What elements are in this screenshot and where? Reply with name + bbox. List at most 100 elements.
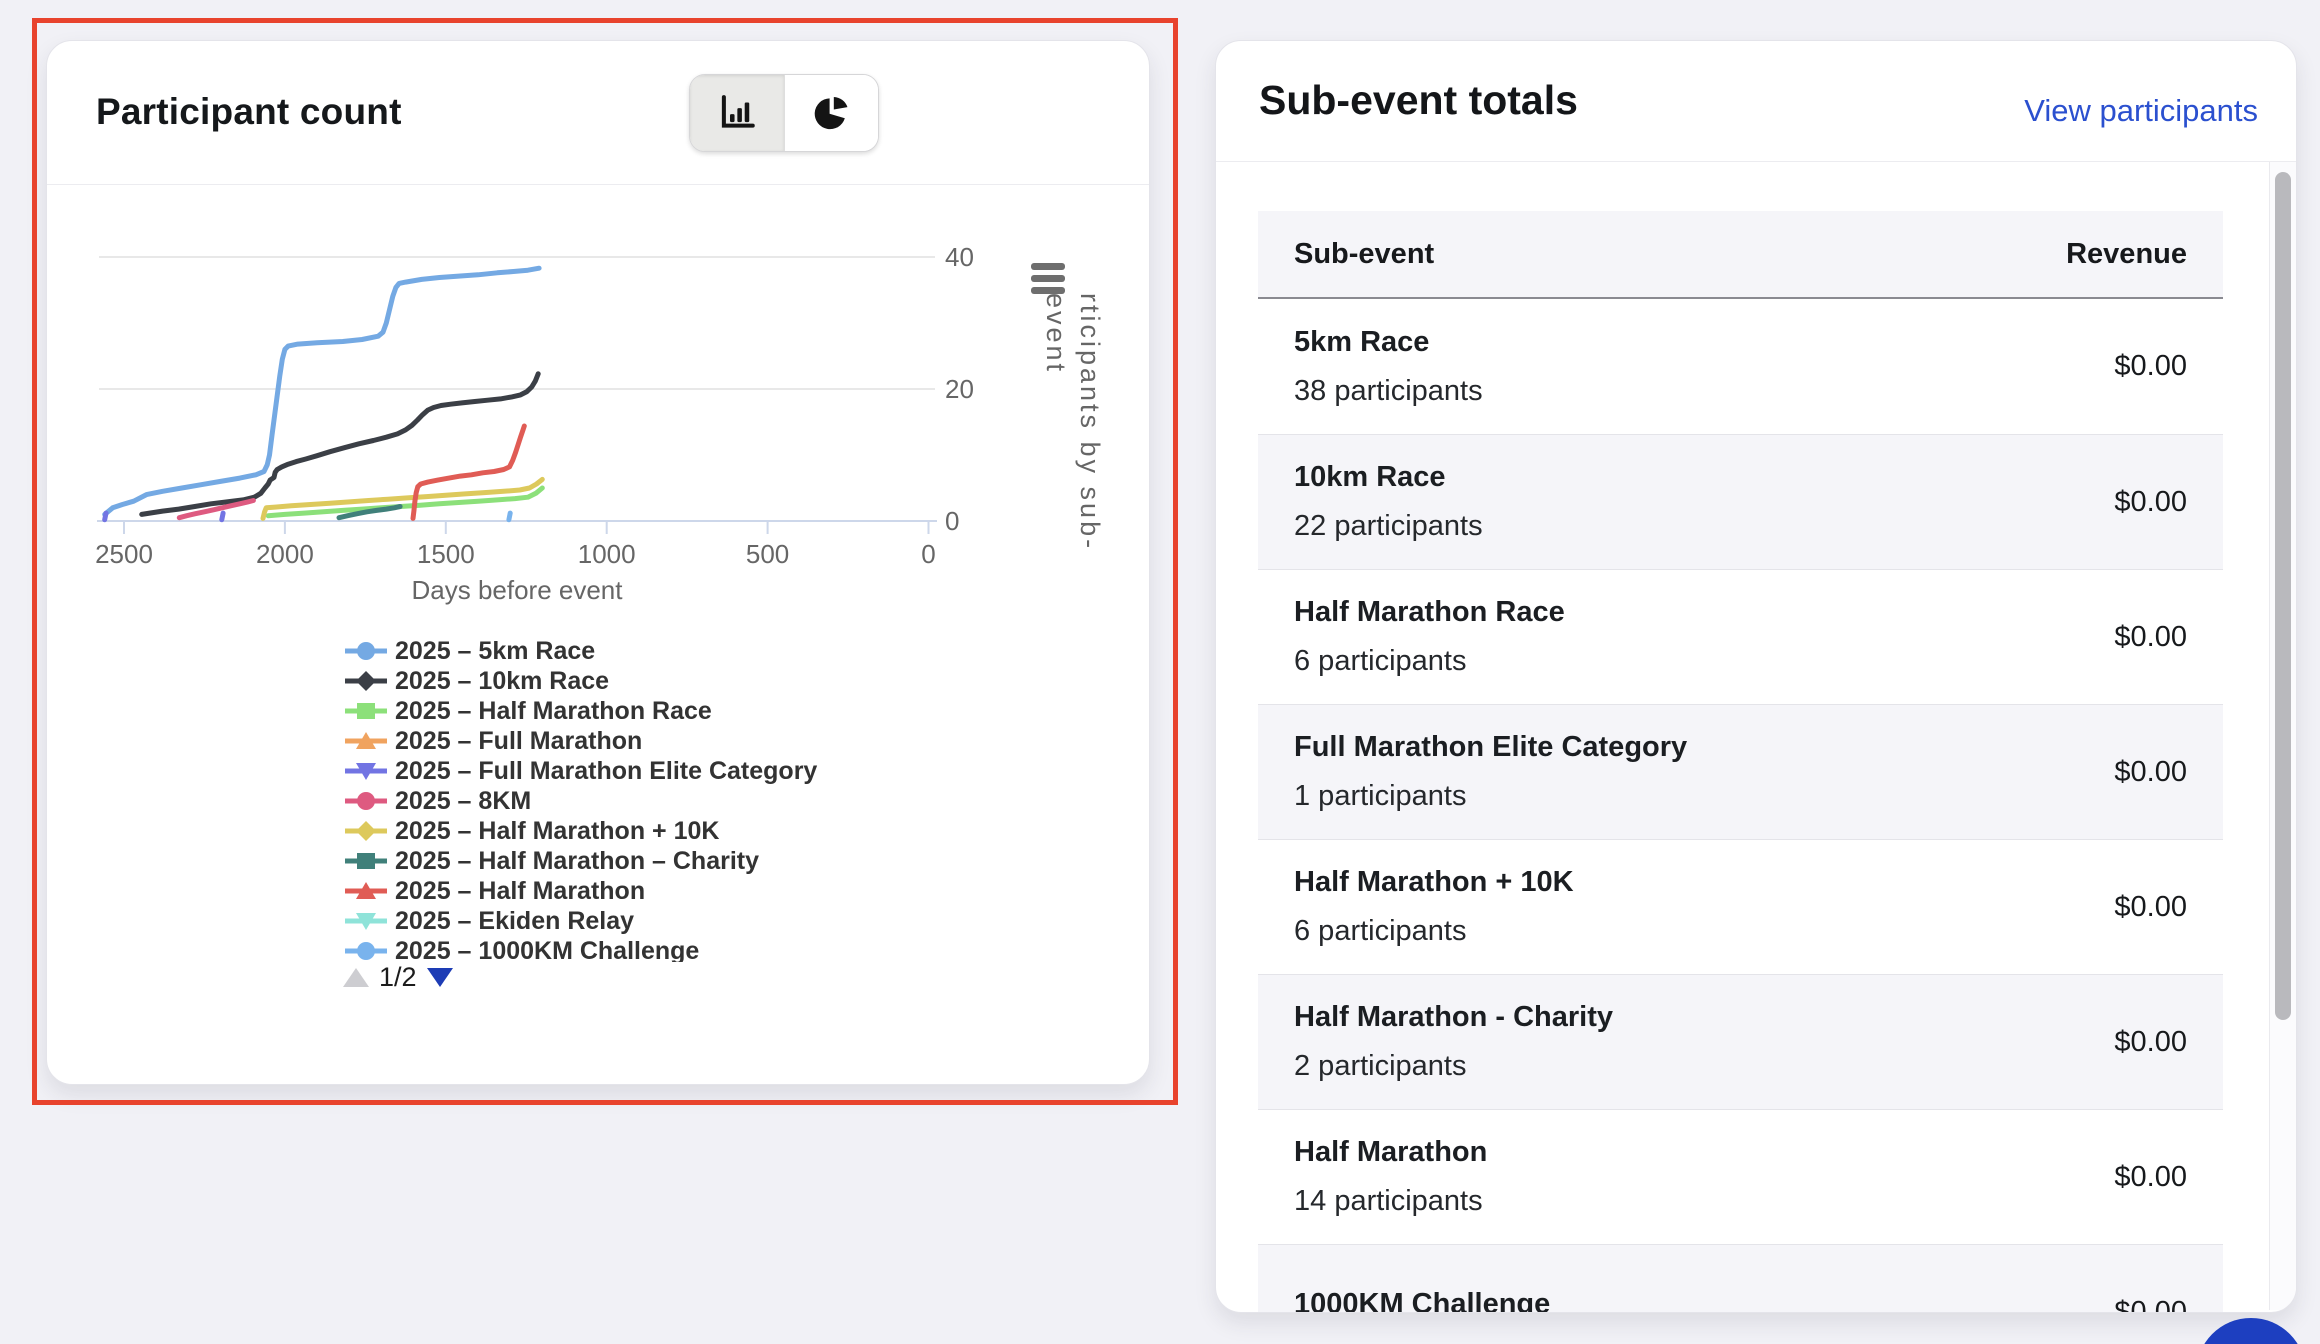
- svg-text:500: 500: [746, 539, 789, 569]
- legend-item[interactable]: 2025 – Full Marathon: [343, 726, 983, 756]
- subevent-revenue: $0.00: [2114, 1026, 2223, 1059]
- svg-text:0: 0: [921, 539, 935, 569]
- subevent-participants: 2 participants: [1294, 1050, 2114, 1083]
- legend-item[interactable]: 2025 – Half Marathon + 10K: [343, 816, 983, 846]
- svg-text:2000: 2000: [256, 539, 314, 569]
- legend-item[interactable]: 2025 – 8KM: [343, 786, 983, 816]
- legend-item-label: 2025 – Half Marathon + 10K: [395, 817, 719, 846]
- legend-marker-triangle-icon: [343, 878, 389, 904]
- subevent-name: Half Marathon - Charity: [1294, 1001, 2114, 1034]
- legend-item-label: 2025 – 8KM: [395, 787, 531, 816]
- legend-item-label: 2025 – Full Marathon: [395, 727, 642, 756]
- legend-marker-diamond-icon: [343, 818, 389, 844]
- column-header-revenue: Revenue: [2066, 238, 2223, 271]
- chart-type-toggle: [689, 74, 879, 152]
- legend-marker-circle-icon: [343, 638, 389, 664]
- legend-item-label: 2025 – 5km Race: [395, 637, 595, 666]
- table-header-row: Sub-event Revenue: [1258, 211, 2223, 299]
- legend-item[interactable]: 2025 – 10km Race: [343, 666, 983, 696]
- legend-marker-triangle-down-icon: [343, 908, 389, 934]
- table-row: 1000KM Challenge$0.00: [1258, 1244, 2223, 1313]
- subevent-revenue: $0.00: [2114, 486, 2223, 519]
- legend-prev-button[interactable]: [343, 968, 369, 987]
- subevent-revenue: $0.00: [2114, 891, 2223, 924]
- subevent-participants: 6 participants: [1294, 915, 2114, 948]
- chart-context-menu-icon[interactable]: [1031, 263, 1065, 294]
- subevent-participants: 1 participants: [1294, 780, 2114, 813]
- legend-item-label: 2025 – Ekiden Relay: [395, 907, 634, 936]
- table-row: 5km Race 38 participants$0.00: [1258, 299, 2223, 434]
- subevent-name: 5km Race: [1294, 326, 2114, 359]
- legend-marker-circle-icon: [343, 938, 389, 962]
- subevent-name: Full Marathon Elite Category: [1294, 731, 2114, 764]
- subevent-participants: 14 participants: [1294, 1185, 2114, 1218]
- legend-item-label: 2025 – Full Marathon Elite Category: [395, 757, 817, 786]
- table-scrollbar-track[interactable]: [2269, 162, 2296, 1310]
- subevent-name: 10km Race: [1294, 461, 2114, 494]
- svg-text:40: 40: [945, 242, 974, 272]
- legend-marker-square-icon: [343, 698, 389, 724]
- subevent-name: Half Marathon: [1294, 1136, 2114, 1169]
- legend-item[interactable]: 2025 – Half Marathon Race: [343, 696, 983, 726]
- subevent-participants: 22 participants: [1294, 510, 2114, 543]
- legend-item[interactable]: 2025 – 5km Race: [343, 636, 983, 666]
- subevent-revenue: $0.00: [2114, 1161, 2223, 1194]
- legend-item[interactable]: 2025 – 1000KM Challenge: [343, 936, 983, 962]
- legend-item-label: 2025 – Half Marathon: [395, 877, 645, 906]
- subevent-participants: 38 participants: [1294, 375, 2114, 408]
- svg-text:20: 20: [945, 374, 974, 404]
- legend-item[interactable]: 2025 – Half Marathon: [343, 876, 983, 906]
- svg-text:1500: 1500: [417, 539, 475, 569]
- subevent-table: Sub-event Revenue 5km Race 38 participant…: [1258, 211, 2223, 1313]
- legend-page-indicator: 1/2: [379, 962, 417, 993]
- legend-next-button[interactable]: [427, 968, 453, 987]
- chart-legend: 2025 – 5km Race2025 – 10km Race2025 – Ha…: [343, 636, 983, 962]
- pie-chart-icon: [810, 91, 852, 136]
- bar-chart-icon: [716, 91, 758, 136]
- table-row: Full Marathon Elite Category 1 participan…: [1258, 704, 2223, 839]
- column-header-subevent: Sub-event: [1258, 238, 2066, 271]
- table-row: Half Marathon - Charity 2 participants$0.…: [1258, 974, 2223, 1109]
- participant-line-chart: 2500 2000 1500 1000 500 00 20 40 Days before eve…: [47, 184, 1151, 634]
- subevent-revenue: $0.00: [2114, 350, 2223, 383]
- card-title: Sub-event totals: [1259, 77, 1578, 124]
- legend-item-label: 2025 – Half Marathon Race: [395, 697, 712, 726]
- legend-item[interactable]: 2025 – Full Marathon Elite Category: [343, 756, 983, 786]
- subevent-participants: 6 participants: [1294, 645, 2114, 678]
- y-axis-title: rticipants by sub- event: [1039, 293, 1107, 713]
- legend-item[interactable]: 2025 – Half Marathon – Charity: [343, 846, 983, 876]
- view-participants-link[interactable]: View participants: [2024, 93, 2258, 129]
- subevent-name: Half Marathon + 10K: [1294, 866, 2114, 899]
- subevent-revenue: $0.00: [2114, 756, 2223, 789]
- svg-text:1000: 1000: [578, 539, 636, 569]
- subevent-totals-card: Sub-event totals View participants Sub-e…: [1215, 40, 2297, 1313]
- table-body: 5km Race38 participants$0.0010km Race22 …: [1258, 299, 2223, 1313]
- pie-chart-toggle-button[interactable]: [784, 75, 879, 151]
- subevent-name: 1000KM Challenge: [1294, 1288, 2114, 1314]
- legend-marker-triangle-icon: [343, 728, 389, 754]
- legend-pagination: 1/2: [343, 962, 453, 992]
- table-row: Half Marathon Race 6 participants$0.00: [1258, 569, 2223, 704]
- bar-chart-toggle-button[interactable]: [690, 75, 784, 151]
- svg-text:2500: 2500: [95, 539, 153, 569]
- svg-text:0: 0: [945, 506, 959, 536]
- legend-item-label: 2025 – Half Marathon – Charity: [395, 847, 759, 876]
- subevent-revenue: $0.00: [2114, 1296, 2223, 1314]
- page-title: Participant count: [96, 91, 402, 133]
- legend-marker-square-icon: [343, 848, 389, 874]
- card-header-divider: [1216, 161, 2296, 162]
- fab-button[interactable]: [2196, 1318, 2306, 1344]
- table-row: 10km Race 22 participants$0.00: [1258, 434, 2223, 569]
- legend-item[interactable]: 2025 – Ekiden Relay: [343, 906, 983, 936]
- participant-count-card: Participant count: [46, 40, 1150, 1085]
- table-row: Half Marathon 14 participants$0.00: [1258, 1109, 2223, 1244]
- subevent-revenue: $0.00: [2114, 621, 2223, 654]
- legend-marker-circle-icon: [343, 788, 389, 814]
- table-scrollbar-thumb[interactable]: [2275, 172, 2291, 1020]
- svg-text:Days before event: Days before event: [411, 575, 623, 605]
- legend-marker-diamond-icon: [343, 668, 389, 694]
- legend-item-label: 2025 – 10km Race: [395, 667, 609, 696]
- table-row: Half Marathon + 10K 6 participants$0.00: [1258, 839, 2223, 974]
- legend-item-label: 2025 – 1000KM Challenge: [395, 937, 699, 963]
- subevent-name: Half Marathon Race: [1294, 596, 2114, 629]
